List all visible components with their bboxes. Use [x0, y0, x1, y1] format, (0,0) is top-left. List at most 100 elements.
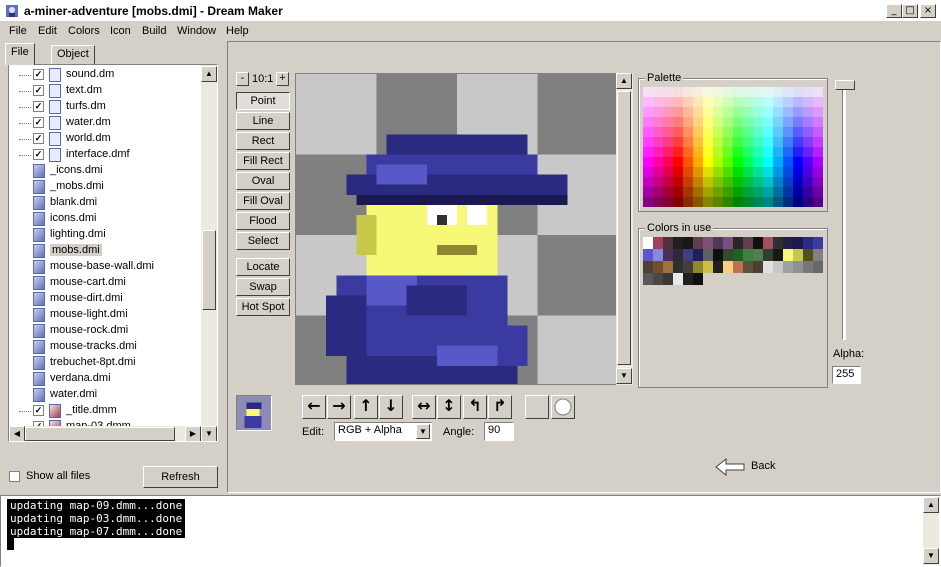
- menu-icon[interactable]: Icon: [110, 25, 131, 37]
- arrow-left-icon[interactable]: ←: [302, 395, 326, 419]
- tree-item[interactable]: blank.dmi: [9, 195, 205, 211]
- alpha-input[interactable]: 255: [832, 366, 861, 384]
- include-checkbox[interactable]: ✓: [33, 117, 44, 128]
- output-scroll-down-icon[interactable]: ▼: [923, 548, 939, 564]
- tree-item[interactable]: ✓ turfs.dm: [9, 99, 205, 115]
- tree-item[interactable]: mouse-base-wall.dmi: [9, 259, 205, 275]
- tree-item[interactable]: lighting.dmi: [9, 227, 205, 243]
- tab-file[interactable]: File: [5, 43, 35, 65]
- tree-hscroll-thumb[interactable]: [25, 427, 175, 441]
- tool-flood-button[interactable]: Flood: [236, 212, 290, 230]
- arrow-down-icon[interactable]: ↓: [379, 395, 403, 419]
- scroll-right-arrow-icon[interactable]: ▶: [185, 426, 201, 441]
- sprite-canvas-image[interactable]: [296, 74, 617, 385]
- tool-select-button[interactable]: Select: [236, 232, 290, 250]
- arrow-up-icon[interactable]: ↑: [354, 395, 378, 419]
- rotate-left-icon[interactable]: ↰: [463, 395, 487, 419]
- alpha-slider-thumb[interactable]: [835, 80, 855, 90]
- refresh-button[interactable]: Refresh: [143, 466, 218, 488]
- pixel-canvas[interactable]: [295, 73, 617, 385]
- tool-oval-button[interactable]: Oval: [236, 172, 290, 190]
- menu-file[interactable]: File: [9, 25, 27, 37]
- rotate-right-icon[interactable]: ↱: [488, 395, 512, 419]
- zoom-in-button[interactable]: +: [276, 72, 289, 86]
- tool-fill-oval-button[interactable]: Fill Oval: [236, 192, 290, 210]
- color-swatch-background[interactable]: [551, 395, 575, 419]
- edit-mode-select[interactable]: RGB + Alpha ▼: [334, 422, 432, 441]
- include-checkbox[interactable]: ✓: [33, 69, 44, 80]
- colors-in-use-grid[interactable]: [643, 237, 823, 297]
- swap-button[interactable]: Swap: [236, 278, 290, 296]
- menu-edit[interactable]: Edit: [38, 25, 57, 37]
- tree-vertical-scrollbar[interactable]: ▲ ▼: [201, 65, 217, 441]
- locate-button[interactable]: Locate: [236, 258, 290, 276]
- canvas-scroll-up-icon[interactable]: ▲: [616, 73, 632, 89]
- tree-item[interactable]: mouse-rock.dmi: [9, 323, 205, 339]
- color-palette-grid[interactable]: [643, 87, 823, 207]
- include-checkbox[interactable]: ✓: [33, 405, 44, 416]
- canvas-vertical-scrollbar[interactable]: ▲ ▼: [616, 73, 633, 385]
- include-checkbox[interactable]: ✓: [33, 85, 44, 96]
- canvas-scroll-down-icon[interactable]: ▼: [616, 368, 632, 384]
- chevron-down-icon[interactable]: ▼: [416, 424, 430, 439]
- tool-line-button[interactable]: Line: [236, 112, 290, 130]
- back-button[interactable]: Back: [714, 456, 784, 478]
- tree-item[interactable]: mouse-light.dmi: [9, 307, 205, 323]
- tree-item[interactable]: mobs.dmi: [9, 243, 205, 259]
- palette-swatch: [693, 167, 703, 177]
- scroll-up-arrow-icon[interactable]: ▲: [201, 66, 217, 82]
- angle-input[interactable]: 90: [484, 422, 514, 441]
- tree-item[interactable]: water.dmi: [9, 387, 205, 403]
- show-all-files-checkbox[interactable]: [9, 471, 20, 482]
- include-checkbox[interactable]: ✓: [33, 101, 44, 112]
- menu-build[interactable]: Build: [142, 25, 166, 37]
- tree-item[interactable]: ✓ interface.dmf: [9, 147, 205, 163]
- tree-horizontal-scrollbar[interactable]: ◀ ▶: [9, 426, 201, 441]
- flip-horizontal-icon[interactable]: ↔: [412, 395, 436, 419]
- tree-scroll-thumb[interactable]: [202, 230, 216, 310]
- tree-item[interactable]: ✓ water.dm: [9, 115, 205, 131]
- tree-item[interactable]: mouse-cart.dmi: [9, 275, 205, 291]
- zoom-out-button[interactable]: -: [236, 72, 249, 86]
- hot-spot-button[interactable]: Hot Spot: [236, 298, 290, 316]
- maximize-button[interactable]: □: [902, 4, 918, 18]
- scroll-left-arrow-icon[interactable]: ◀: [9, 426, 25, 441]
- palette-swatch: [793, 137, 803, 147]
- color-swatch-foreground[interactable]: [525, 395, 549, 419]
- tree-item[interactable]: _icons.dmi: [9, 163, 205, 179]
- alpha-slider-track[interactable]: [842, 84, 846, 340]
- tool-fill-rect-button[interactable]: Fill Rect: [236, 152, 290, 170]
- tree-item[interactable]: ✓ world.dm: [9, 131, 205, 147]
- include-checkbox[interactable]: ✓: [33, 149, 44, 160]
- icon-state-preview[interactable]: [236, 395, 272, 431]
- menu-help[interactable]: Help: [226, 25, 249, 37]
- palette-swatch: [793, 117, 803, 127]
- arrow-right-icon[interactable]: →: [327, 395, 351, 419]
- tree-item[interactable]: trebuchet-8pt.dmi: [9, 355, 205, 371]
- tool-point-button[interactable]: Point: [236, 92, 290, 110]
- output-scroll-up-icon[interactable]: ▲: [923, 497, 939, 513]
- flip-vertical-icon[interactable]: ↕: [437, 395, 461, 419]
- tree-item[interactable]: verdana.dmi: [9, 371, 205, 387]
- tree-item[interactable]: icons.dmi: [9, 211, 205, 227]
- minimize-button[interactable]: _: [886, 4, 902, 18]
- close-button[interactable]: ×: [920, 4, 936, 18]
- tree-item[interactable]: ✓ text.dm: [9, 83, 205, 99]
- tree-item[interactable]: mouse-tracks.dmi: [9, 339, 205, 355]
- used-color-swatch: [803, 249, 813, 261]
- palette-swatch: [703, 137, 713, 147]
- tree-item-label: water.dmi: [50, 388, 98, 400]
- tree-item[interactable]: _mobs.dmi: [9, 179, 205, 195]
- build-output-console[interactable]: updating map-09.dmm...done updating map-…: [0, 495, 941, 567]
- tree-item[interactable]: ✓ sound.dm: [9, 67, 205, 83]
- menu-colors[interactable]: Colors: [68, 25, 100, 37]
- include-checkbox[interactable]: ✓: [33, 133, 44, 144]
- tree-item[interactable]: ✓ _title.dmm: [9, 403, 205, 419]
- tab-object[interactable]: Object: [51, 45, 95, 65]
- tree-item[interactable]: mouse-dirt.dmi: [9, 291, 205, 307]
- tool-rect-button[interactable]: Rect: [236, 132, 290, 150]
- canvas-scroll-thumb[interactable]: [617, 91, 631, 365]
- scroll-down-arrow-icon[interactable]: ▼: [201, 426, 217, 441]
- menu-window[interactable]: Window: [177, 25, 216, 37]
- output-vertical-scrollbar[interactable]: ▲ ▼: [923, 497, 939, 565]
